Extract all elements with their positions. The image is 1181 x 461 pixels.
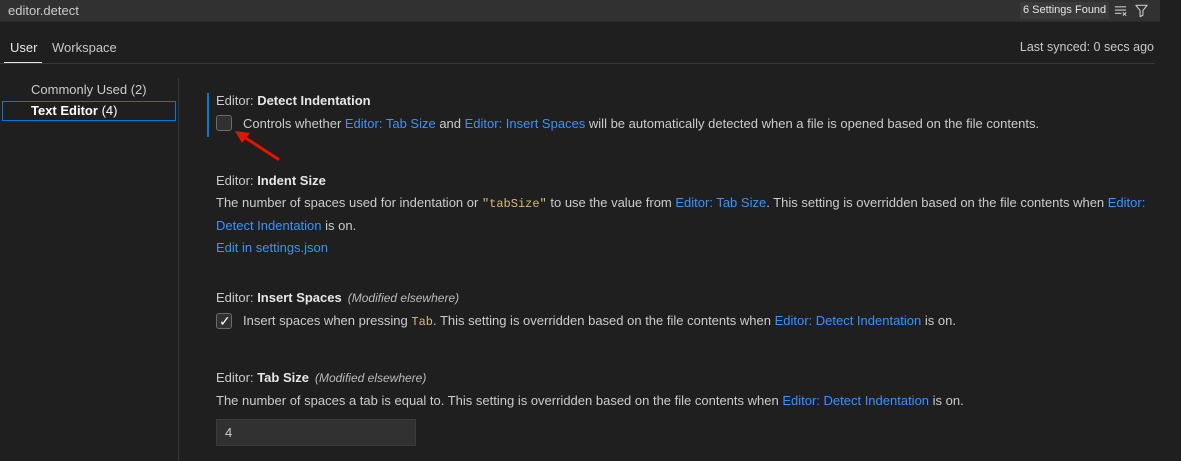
link-editor-tab-size[interactable]: Editor: Tab Size	[675, 195, 766, 210]
toc-item-label: Commonly Used	[31, 82, 128, 97]
toc-item-count: (2)	[130, 82, 147, 97]
description-text: to use the value from	[546, 195, 676, 210]
setting-description: The number of spaces used for indentatio…	[216, 192, 1156, 236]
settings-search-bar: 6 Settings Found	[0, 0, 1160, 22]
link-editor-insert-spaces[interactable]: Editor: Insert Spaces	[465, 116, 586, 131]
link-editor-detect-indentation[interactable]: Detect Indentation	[216, 218, 322, 233]
setting-name: Insert Spaces	[257, 290, 342, 305]
description-text: Insert spaces when pressing	[243, 313, 412, 328]
setting-name: Indent Size	[257, 173, 326, 188]
toc-item-label: Text Editor	[31, 103, 98, 118]
tab-workspace[interactable]: Workspace	[52, 40, 117, 55]
setting-title: Editor: Detect Indentation	[216, 93, 371, 108]
toc-item-text-editor[interactable]: Text Editor (4)	[2, 101, 176, 121]
clear-filter-icon[interactable]	[1113, 3, 1128, 18]
description-text: will be automatically detected when a fi…	[585, 116, 1040, 131]
setting-insert-spaces: Editor: Insert Spaces (Modified elsewhere…	[216, 290, 459, 305]
settings-search-input[interactable]	[0, 0, 900, 21]
toc-item-commonly-used[interactable]: Commonly Used (2)	[2, 80, 176, 100]
header-divider	[0, 63, 1155, 64]
description-text: . This setting is overridden based on th…	[432, 313, 775, 328]
setting-detect-indentation: Editor: Detect Indentation	[216, 93, 371, 108]
description-text: . This setting is overridden based on th…	[766, 195, 1108, 210]
setting-indent-size: Editor: Indent Size	[216, 173, 326, 188]
link-editor-tab-size[interactable]: Editor: Tab Size	[345, 116, 436, 131]
toc-item-count: (4)	[101, 103, 118, 118]
modified-elsewhere-note[interactable]: (Modified elsewhere)	[348, 291, 459, 305]
setting-description: The number of spaces a tab is equal to. …	[216, 390, 964, 411]
filter-icon[interactable]	[1134, 3, 1149, 18]
link-editor-detect-indentation[interactable]: Editor: Detect Indentation	[775, 313, 922, 328]
setting-category: Editor:	[216, 93, 258, 108]
description-text: is on.	[321, 218, 357, 233]
tab-size-input[interactable]	[216, 419, 416, 446]
inline-code: "tabSize"	[481, 197, 547, 211]
setting-category: Editor:	[216, 290, 258, 305]
description-text: The number of spaces a tab is equal to. …	[216, 393, 783, 408]
toc-divider	[178, 78, 179, 461]
description-text: is on.	[921, 313, 956, 328]
modified-elsewhere-note[interactable]: (Modified elsewhere)	[315, 371, 426, 385]
setting-tab-size: Editor: Tab Size (Modified elsewhere)	[216, 370, 426, 385]
edit-in-settings-json-link[interactable]: Edit in settings.json	[216, 240, 328, 255]
insert-spaces-checkbox[interactable]: ✓	[216, 313, 232, 329]
setting-name: Detect Indentation	[257, 93, 371, 108]
checkmark-icon: ✓	[219, 313, 231, 329]
setting-name: Tab Size	[257, 370, 309, 385]
annotation-arrow-icon	[235, 131, 280, 161]
setting-title: Editor: Indent Size	[216, 173, 326, 188]
last-synced-status: Last synced: 0 secs ago	[1019, 40, 1154, 54]
link-editor-detect-indentation[interactable]: Editor: Detect Indentation	[782, 393, 929, 408]
description-text: The number of spaces used for indentatio…	[216, 195, 482, 210]
setting-title: Editor: Tab Size (Modified elsewhere)	[216, 370, 426, 385]
setting-description: Controls whether Editor: Tab Size and Ed…	[243, 113, 1039, 134]
setting-description: Insert spaces when pressing Tab. This se…	[243, 310, 956, 333]
setting-category: Editor:	[216, 173, 258, 188]
settings-found-badge: 6 Settings Found	[1020, 2, 1110, 19]
link-editor-detect-indentation[interactable]: Editor:	[1108, 195, 1146, 210]
setting-category: Editor:	[216, 370, 258, 385]
setting-title: Editor: Insert Spaces (Modified elsewhere…	[216, 290, 459, 305]
description-text: and	[435, 116, 465, 131]
description-text: is on.	[929, 393, 964, 408]
inline-code: Tab	[411, 315, 433, 329]
settings-scope-tabs: User Workspace Last synced: 0 secs ago	[0, 36, 1181, 64]
detect-indentation-checkbox[interactable]	[216, 115, 232, 131]
tab-user[interactable]: User	[10, 40, 37, 55]
focused-setting-indicator	[207, 93, 209, 137]
